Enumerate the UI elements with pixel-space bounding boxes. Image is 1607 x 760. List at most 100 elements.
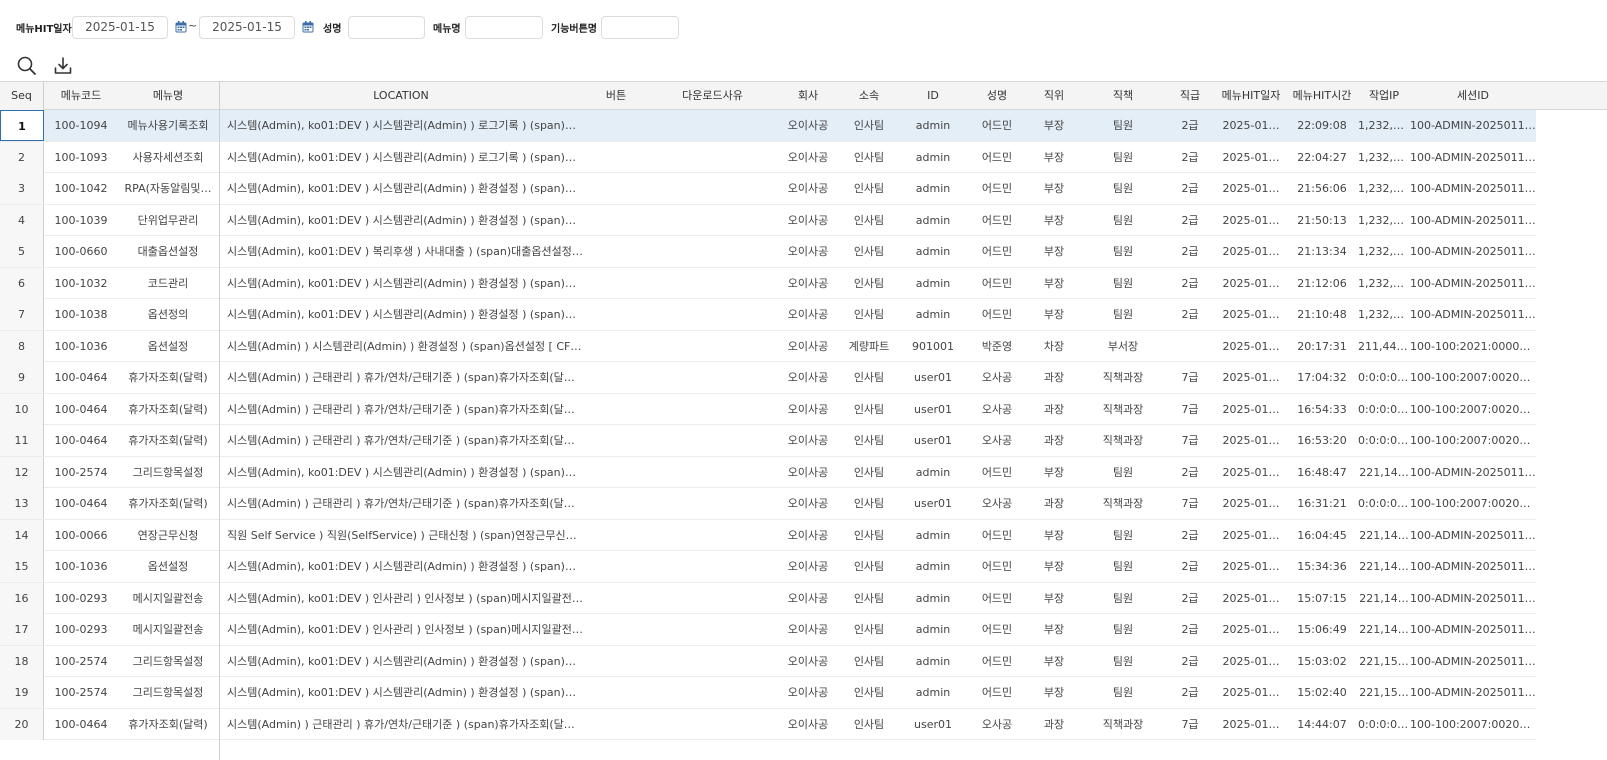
table-row[interactable]: 6 100-1032 코드관리 시스템(Admin), ko01:DEV ) 시스템관… <box>0 267 1607 299</box>
cell-duty[interactable]: 직책과장 <box>1082 425 1164 456</box>
cell-user-name[interactable]: 어드민 <box>968 142 1026 173</box>
cell-location[interactable]: 시스템(Admin) ) 근태관리 ) 휴가/연차/근태기준 ) (span)휴… <box>219 362 583 393</box>
cell-duty[interactable]: 팀원 <box>1082 299 1164 330</box>
cell-download-reason[interactable] <box>649 551 776 582</box>
cell-position[interactable]: 과장 <box>1026 362 1082 393</box>
cell-grade[interactable]: 2급 <box>1164 614 1216 645</box>
cell-department[interactable]: 인사팀 <box>840 457 898 488</box>
column-header-department[interactable]: 소속 <box>840 82 898 110</box>
cell-position[interactable]: 과장 <box>1026 394 1082 425</box>
cell-menu-name[interactable]: 그리드항목설정 <box>118 646 218 677</box>
cell-hit-time[interactable]: 15:07:15 <box>1286 583 1358 614</box>
cell-button[interactable] <box>583 709 649 740</box>
cell-menu-code[interactable]: 100-2574 <box>44 457 118 488</box>
cell-work-ip[interactable]: 221,14… <box>1358 520 1410 551</box>
table-row[interactable]: 13 100-0464 휴가자조회(달력) 시스템(Admin) ) 근태관리 ) 휴… <box>0 488 1607 520</box>
cell-user-id[interactable]: user01 <box>898 709 968 740</box>
cell-hit-date[interactable]: 2025-01… <box>1216 268 1286 299</box>
cell-company[interactable]: 오이사공 <box>776 646 840 677</box>
cell-location[interactable]: 시스템(Admin) ) 근태관리 ) 휴가/연차/근태기준 ) (span)휴… <box>219 709 583 740</box>
cell-hit-date[interactable]: 2025-01… <box>1216 205 1286 236</box>
cell-user-id[interactable]: admin <box>898 520 968 551</box>
calendar-icon[interactable] <box>175 21 187 33</box>
cell-work-ip[interactable]: 0:0:0:0:… <box>1358 394 1410 425</box>
cell-work-ip[interactable]: 0:0:0:0:… <box>1358 709 1410 740</box>
table-row[interactable]: 5 100-0660 대출옵션설정 시스템(Admin), ko01:DEV ) 복리… <box>0 236 1607 268</box>
cell-menu-code[interactable]: 100-1032 <box>44 268 118 299</box>
cell-user-name[interactable]: 어드민 <box>968 236 1026 267</box>
cell-user-id[interactable]: admin <box>898 299 968 330</box>
cell-work-ip[interactable]: 0:0:0:0:… <box>1358 425 1410 456</box>
cell-duty[interactable]: 팀원 <box>1082 646 1164 677</box>
date-from-input[interactable]: 2025-01-15 <box>72 16 168 39</box>
cell-menu-code[interactable]: 100-1039 <box>44 205 118 236</box>
cell-location[interactable]: 시스템(Admin) ) 근태관리 ) 휴가/연차/근태기준 ) (span)휴… <box>219 488 583 519</box>
cell-session-id[interactable]: 100-100:2007:00204:kk… <box>1410 488 1536 519</box>
cell-button[interactable] <box>583 394 649 425</box>
cell-hit-time[interactable]: 15:34:36 <box>1286 551 1358 582</box>
cell-seq[interactable]: 2 <box>0 141 44 173</box>
cell-duty[interactable]: 부서장 <box>1082 331 1164 362</box>
cell-session-id[interactable]: 100-ADMIN-202501152… <box>1410 205 1536 236</box>
cell-grade[interactable]: 7급 <box>1164 394 1216 425</box>
cell-company[interactable]: 오이사공 <box>776 110 840 141</box>
cell-download-reason[interactable] <box>649 394 776 425</box>
cell-button[interactable] <box>583 110 649 141</box>
cell-position[interactable]: 부장 <box>1026 583 1082 614</box>
table-row[interactable]: 9 100-0464 휴가자조회(달력) 시스템(Admin) ) 근태관리 ) 휴가… <box>0 362 1607 394</box>
cell-location[interactable]: 시스템(Admin), ko01:DEV ) 시스템관리(Admin) ) 환경… <box>219 457 583 488</box>
cell-menu-name[interactable]: 단위업무관리 <box>118 205 218 236</box>
cell-duty[interactable]: 팀원 <box>1082 142 1164 173</box>
cell-user-name[interactable]: 오사공 <box>968 362 1026 393</box>
cell-menu-name[interactable]: 그리드항목설정 <box>118 457 218 488</box>
cell-company[interactable]: 오이사공 <box>776 488 840 519</box>
cell-work-ip[interactable]: 221,15… <box>1358 677 1410 708</box>
cell-user-name[interactable]: 오사공 <box>968 425 1026 456</box>
column-header-grade[interactable]: 직급 <box>1164 82 1216 110</box>
cell-button[interactable] <box>583 362 649 393</box>
cell-user-id[interactable]: user01 <box>898 362 968 393</box>
cell-department[interactable]: 인사팀 <box>840 236 898 267</box>
cell-session-id[interactable]: 100-100:2007:00204:kk… <box>1410 709 1536 740</box>
cell-session-id[interactable]: 100-ADMIN-202501151… <box>1410 677 1536 708</box>
cell-company[interactable]: 오이사공 <box>776 614 840 645</box>
column-header-button[interactable]: 버튼 <box>583 82 649 110</box>
cell-session-id[interactable]: 100-ADMIN-202501152… <box>1410 173 1536 204</box>
cell-download-reason[interactable] <box>649 205 776 236</box>
cell-menu-name[interactable]: 휴가자조회(달력) <box>118 709 218 740</box>
cell-grade[interactable]: 2급 <box>1164 677 1216 708</box>
cell-work-ip[interactable]: 221,14… <box>1358 551 1410 582</box>
cell-grade[interactable]: 2급 <box>1164 142 1216 173</box>
cell-menu-code[interactable]: 100-0293 <box>44 583 118 614</box>
cell-hit-time[interactable]: 22:09:08 <box>1286 110 1358 141</box>
cell-menu-code[interactable]: 100-1094 <box>44 110 118 141</box>
cell-session-id[interactable]: 100-ADMIN-202501151… <box>1410 520 1536 551</box>
cell-seq[interactable]: 12 <box>0 456 44 488</box>
cell-position[interactable]: 부장 <box>1026 520 1082 551</box>
cell-session-id[interactable]: 100-ADMIN-202501151… <box>1410 551 1536 582</box>
cell-hit-date[interactable]: 2025-01… <box>1216 362 1286 393</box>
cell-menu-name[interactable]: 메뉴사용기록조회 <box>118 110 218 141</box>
table-row[interactable]: 18 100-2574 그리드항목설정 시스템(Admin), ko01:DEV ) … <box>0 645 1607 677</box>
cell-menu-code[interactable]: 100-1042 <box>44 173 118 204</box>
cell-menu-name[interactable]: 대출옵션설정 <box>118 236 218 267</box>
cell-hit-date[interactable]: 2025-01… <box>1216 551 1286 582</box>
cell-hit-time[interactable]: 16:48:47 <box>1286 457 1358 488</box>
cell-department[interactable]: 인사팀 <box>840 709 898 740</box>
table-row[interactable]: 10 100-0464 휴가자조회(달력) 시스템(Admin) ) 근태관리 ) 휴… <box>0 393 1607 425</box>
cell-location[interactable]: 시스템(Admin), ko01:DEV ) 인사관리 ) 인사정보 ) (sp… <box>219 614 583 645</box>
cell-seq[interactable]: 6 <box>0 267 44 299</box>
cell-company[interactable]: 오이사공 <box>776 299 840 330</box>
column-header-work-ip[interactable]: 작업IP <box>1358 82 1410 110</box>
cell-work-ip[interactable]: 1,232,1… <box>1358 142 1410 173</box>
cell-seq[interactable]: 3 <box>0 173 44 204</box>
cell-user-id[interactable]: user01 <box>898 394 968 425</box>
cell-grade[interactable]: 2급 <box>1164 520 1216 551</box>
cell-seq[interactable]: 1 <box>0 110 44 141</box>
cell-user-id[interactable]: admin <box>898 551 968 582</box>
cell-location[interactable]: 시스템(Admin), ko01:DEV ) 시스템관리(Admin) ) 환경… <box>219 299 583 330</box>
cell-department[interactable]: 인사팀 <box>840 677 898 708</box>
cell-duty[interactable]: 팀원 <box>1082 614 1164 645</box>
cell-grade[interactable]: 2급 <box>1164 646 1216 677</box>
cell-download-reason[interactable] <box>649 709 776 740</box>
